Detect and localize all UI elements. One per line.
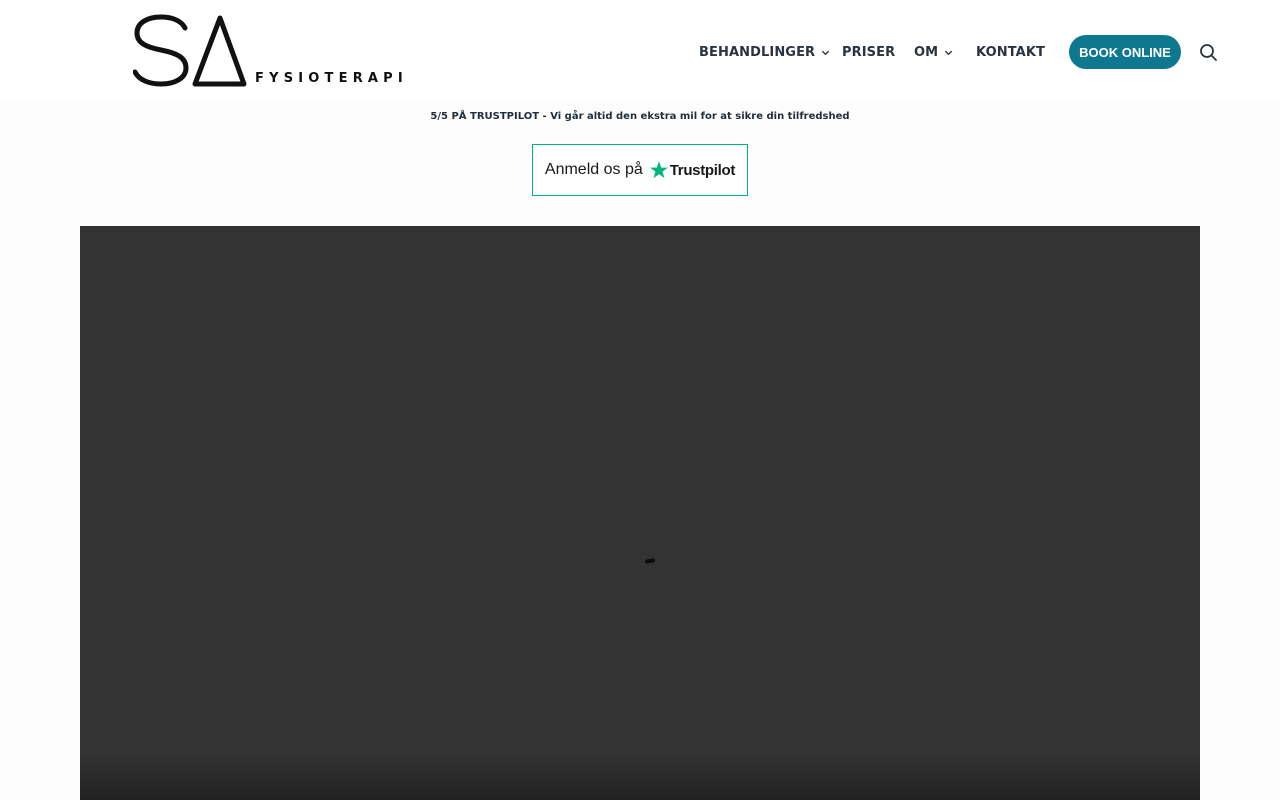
trustpilot-tagline: 5/5 PÅ TRUSTPILOT - Vi går altid den eks… xyxy=(430,111,850,122)
chevron-down-icon xyxy=(822,50,830,55)
nav-item-behandlinger[interactable]: BEHANDLINGER xyxy=(699,43,830,61)
book-online-button[interactable]: BOOK ONLINE xyxy=(1069,35,1181,69)
nav-item-om[interactable]: OM xyxy=(914,43,953,61)
trustpilot-review-widget[interactable]: Anmeld os på Trustpilot xyxy=(532,144,748,196)
search-icon xyxy=(1200,44,1217,61)
nav-item-label: KONTAKT xyxy=(976,44,1045,60)
trustpilot-brand: Trustpilot xyxy=(649,160,735,180)
search-button[interactable] xyxy=(1199,43,1218,62)
nav-item-kontakt[interactable]: KONTAKT xyxy=(976,43,1045,61)
video-player[interactable] xyxy=(80,226,1200,800)
chevron-down-icon xyxy=(945,50,953,55)
site-header: FYSIOTERAPI BEHANDLINGER PRISER OM KONTA… xyxy=(0,0,1280,102)
loading-spinner-icon xyxy=(644,558,656,564)
nav-item-label: PRISER xyxy=(842,44,896,60)
review-prefix: Anmeld os på xyxy=(544,161,643,178)
trustpilot-star-icon xyxy=(649,161,668,179)
trustpilot-brand-name: Trustpilot xyxy=(669,161,736,179)
nav-item-label: BEHANDLINGER xyxy=(699,44,816,60)
nav-item-priser[interactable]: PRISER xyxy=(842,43,895,61)
nav-item-label: OM xyxy=(914,44,939,60)
